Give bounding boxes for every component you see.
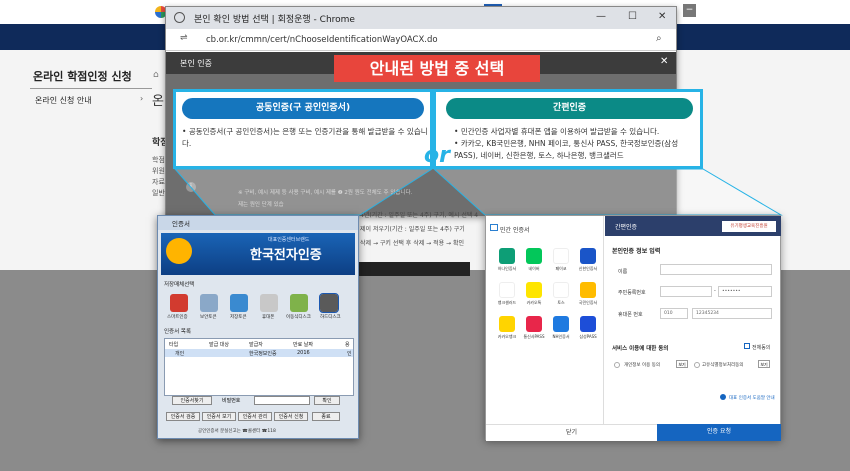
card-icon <box>490 224 498 231</box>
cell: 한국정보인증 <box>249 351 277 357</box>
provider-label: NH인증서 <box>552 334 570 339</box>
pass-icon[interactable] <box>526 316 542 332</box>
cert-footer: 공인인증서 분실신고는 ☎콜센터 ☎118 <box>198 429 276 434</box>
password-label: 비밀번호 <box>222 398 241 404</box>
rrn-back-input[interactable]: ••••••• <box>718 286 772 297</box>
provider-label: 카카오톡 <box>526 300 542 305</box>
consent-title: 서비스 이용에 대한 동의 <box>612 346 669 352</box>
exit-button[interactable]: 종료 <box>312 412 340 421</box>
phone-prefix-select[interactable]: 010 <box>660 308 688 319</box>
cert-window-titlebar: 인증서 <box>158 216 358 230</box>
cert-brand: 한국전자인증 <box>250 248 322 263</box>
storage-item-label: 휴대폰 <box>262 315 275 320</box>
provider-label: 신한인증서 <box>578 266 598 271</box>
samsung-pass-icon[interactable] <box>580 316 596 332</box>
cell: 2016 <box>297 350 310 356</box>
removable-disk-icon[interactable] <box>290 294 308 312</box>
institution-badge: 유기평생교육진흥원 <box>722 221 776 232</box>
cancel-button[interactable]: 닫기 <box>486 424 657 441</box>
provider-label: 하나인증서 <box>497 266 517 271</box>
provider-label: 뱅크샐러드 <box>497 300 517 305</box>
hana-icon[interactable] <box>499 248 515 264</box>
provider-panel-title: 민간 인증서 <box>500 227 530 234</box>
phone-number-input[interactable]: 12345234 <box>692 308 772 319</box>
consent-all-checkbox[interactable] <box>744 343 750 349</box>
consent-1-view-button[interactable]: 보기 <box>676 360 688 368</box>
storage-item-label: 저장토큰 <box>230 315 247 320</box>
consent-1-label: 개인정보 이용 동의 <box>624 363 660 368</box>
storage-item-label: 스마트인증 <box>167 315 188 320</box>
section-title: 본인인증 정보 입력 <box>612 248 661 255</box>
request-auth-button[interactable]: 인증 요청 <box>657 424 781 441</box>
find-cert-button[interactable]: 인증서찾기 <box>172 396 212 405</box>
col-header: 발급자 <box>249 342 263 348</box>
provider-label: 네이버 <box>528 266 540 271</box>
consent-2-label: 고유식별정보처리동의 <box>702 363 744 368</box>
col-header: 용 <box>345 342 350 348</box>
shinhan-icon[interactable] <box>580 248 596 264</box>
cell: 개인 <box>175 351 185 357</box>
cert-window-title: 인증서 <box>172 220 190 228</box>
manage-cert-button[interactable]: 인증서 관리 <box>238 412 272 421</box>
cert-list-label: 인증서 목록 <box>164 329 192 335</box>
rrn-label: 주민등록번호 <box>618 290 646 296</box>
ok-button[interactable]: 확인 <box>314 396 340 405</box>
hard-disk-icon[interactable] <box>319 293 339 313</box>
naver-icon[interactable] <box>526 248 542 264</box>
provider-label: 토스 <box>557 300 565 305</box>
kb-icon[interactable] <box>580 282 596 298</box>
phone-label: 휴대폰 번호 <box>618 312 643 318</box>
name-label: 이름 <box>618 269 628 275</box>
smart-cert-icon[interactable] <box>170 294 188 312</box>
col-header: 발급 대상 <box>209 342 229 348</box>
password-input[interactable] <box>254 396 310 405</box>
consent-2-checkbox[interactable] <box>694 362 700 368</box>
phone-icon[interactable] <box>260 294 278 312</box>
consent-all-label: 전체동의 <box>752 345 771 351</box>
joint-cert-window: 인증서 대표인증센터브랜드 한국전자인증 저장매체선택 스마트인증 보안토큰 저… <box>157 215 359 439</box>
provider-label: 페이코 <box>555 266 567 271</box>
kakaobank-icon[interactable] <box>499 316 515 332</box>
cert-list[interactable]: 타입 발급 대상 발급자 만료 날짜 용 개인 한국정보인증 2016 인 <box>164 338 354 396</box>
storage-item-label: 보안토큰 <box>200 315 217 320</box>
apply-cert-button[interactable]: 인증서 신청 <box>274 412 308 421</box>
name-input[interactable] <box>660 264 772 275</box>
storage-label: 저장매체선택 <box>164 282 195 288</box>
simple-cert-title: 간편인증 <box>615 224 638 231</box>
cert-brand-sub: 대표인증센터브랜드 <box>268 237 310 243</box>
rrn-front-input[interactable] <box>660 286 712 297</box>
provider-label: 삼성PASS <box>579 334 597 339</box>
symantec-logo-icon <box>166 238 192 264</box>
view-cert-button[interactable]: 인증서 보기 <box>202 412 236 421</box>
storage-item-label: 이동식디스크 <box>286 315 311 320</box>
storage-item-label: 하드디스크 <box>320 315 341 320</box>
help-icon <box>720 394 726 400</box>
col-header: 만료 날짜 <box>293 342 313 348</box>
provider-label: 카카오뱅크 <box>497 334 517 339</box>
col-header: 타입 <box>169 342 179 348</box>
provider-label: 국민인증서 <box>578 300 598 305</box>
consent-2-view-button[interactable]: 보기 <box>758 360 770 368</box>
provider-label: 통신사PASS <box>523 334 545 339</box>
consent-1-checkbox[interactable] <box>614 362 620 368</box>
security-token-icon[interactable] <box>200 294 218 312</box>
payco-icon[interactable] <box>553 248 569 264</box>
banksalad-icon[interactable] <box>499 282 515 298</box>
toss-icon[interactable] <box>553 282 569 298</box>
cell: 인 <box>347 351 352 357</box>
nh-icon[interactable] <box>553 316 569 332</box>
kakaotalk-icon[interactable] <box>526 282 542 298</box>
help-link[interactable]: 대표 인증서 도움말 안내 <box>729 395 775 401</box>
storage-token-icon[interactable] <box>230 294 248 312</box>
simple-cert-window: 민간 인증서 하나인증서 네이버 페이코 신한인증서 뱅크샐러드 카카오톡 토스… <box>485 215 781 441</box>
verify-cert-button[interactable]: 인증서 검증 <box>166 412 200 421</box>
